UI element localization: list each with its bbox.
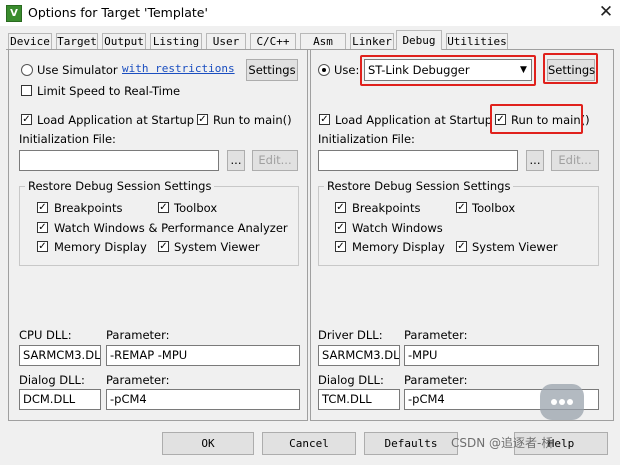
window-title: Options for Target 'Template' (28, 5, 208, 20)
left-dialog-dll-label: Dialog DLL: (19, 373, 85, 387)
tab-output[interactable]: Output (102, 33, 146, 49)
use-simulator-radio[interactable] (21, 64, 33, 76)
cpu-dll-field[interactable]: SARMCM3.DLL (19, 345, 101, 366)
left-toolbox-checkbox[interactable]: ✓ (158, 202, 169, 213)
left-run-to-main-checkbox[interactable]: ✓ (197, 114, 208, 125)
tab-c-cpp[interactable]: C/C++ (250, 33, 296, 49)
debugger-settings-highlight (543, 53, 598, 84)
use-simulator-label: Use Simulator (37, 63, 118, 77)
debugger-select-highlight (360, 55, 536, 86)
right-dialog-dll-field[interactable]: TCM.DLL (318, 389, 400, 410)
right-load-app-checkbox[interactable]: ✓ (319, 114, 330, 125)
right-memory-label: Memory Display (352, 240, 445, 254)
cpu-parameter-field[interactable]: -REMAP -MPU (106, 345, 300, 366)
left-dialog-parameter-label: Parameter: (106, 373, 170, 387)
right-browse-button[interactable]: ... (526, 150, 544, 171)
limit-speed-label: Limit Speed to Real-Time (37, 84, 181, 98)
driver-parameter-label: Parameter: (404, 328, 468, 342)
right-dialog-parameter-label: Parameter: (404, 373, 468, 387)
simulator-settings-button[interactable]: Settings (246, 59, 298, 81)
right-load-app-label: Load Application at Startup (335, 113, 493, 127)
right-toolbox-checkbox[interactable]: ✓ (456, 202, 467, 213)
tab-device[interactable]: Device (8, 33, 52, 49)
tab-asm[interactable]: Asm (300, 33, 346, 49)
limit-speed-checkbox[interactable] (21, 85, 32, 96)
keil-app-icon: V (6, 5, 22, 22)
driver-dll-label: Driver DLL: (318, 328, 383, 342)
restrictions-link[interactable]: with restrictions (122, 62, 235, 75)
cpu-dll-label: CPU DLL: (19, 328, 72, 342)
left-load-app-label: Load Application at Startup (37, 113, 195, 127)
tab-target[interactable]: Target (56, 33, 98, 49)
defaults-button[interactable]: Defaults (364, 432, 458, 455)
right-toolbox-label: Toolbox (472, 201, 516, 215)
tab-utilities[interactable]: Utilities (446, 33, 508, 49)
left-memory-label: Memory Display (54, 240, 147, 254)
use-label: Use: (334, 63, 360, 77)
left-memory-checkbox[interactable]: ✓ (37, 241, 48, 252)
left-dialog-dll-field[interactable]: DCM.DLL (19, 389, 101, 410)
left-run-to-main-label: Run to main() (213, 113, 292, 127)
tab-debug[interactable]: Debug (396, 30, 442, 50)
left-init-file-input[interactable] (19, 150, 219, 171)
right-breakpoints-label: Breakpoints (352, 201, 421, 215)
left-browse-button[interactable]: ... (227, 150, 245, 171)
right-init-file-label: Initialization File: (318, 132, 415, 146)
run-to-main-highlight (490, 104, 583, 134)
left-edit-button[interactable]: Edit... (252, 150, 298, 171)
left-watch-label: Watch Windows & Performance Analyzer (54, 221, 288, 235)
right-system-viewer-label: System Viewer (472, 240, 558, 254)
left-load-app-checkbox[interactable]: ✓ (21, 114, 32, 125)
right-system-viewer-checkbox[interactable]: ✓ (456, 241, 467, 252)
right-edit-button[interactable]: Edit... (551, 150, 599, 171)
left-init-file-label: Initialization File: (19, 132, 116, 146)
left-dialog-parameter-field[interactable]: -pCM4 (106, 389, 300, 410)
watermark-text: CSDN @追逐者-桥 (451, 436, 554, 450)
left-toolbox-label: Toolbox (174, 201, 218, 215)
left-system-viewer-checkbox[interactable]: ✓ (158, 241, 169, 252)
left-system-viewer-label: System Viewer (174, 240, 260, 254)
right-memory-checkbox[interactable]: ✓ (335, 241, 346, 252)
close-icon[interactable]: ✕ (594, 1, 618, 23)
tab-listing[interactable]: Listing (150, 33, 202, 49)
left-breakpoints-label: Breakpoints (54, 201, 123, 215)
left-watch-checkbox[interactable]: ✓ (37, 222, 48, 233)
watermark-logo-icon (540, 384, 584, 420)
right-watch-label: Watch Windows (352, 221, 443, 235)
cancel-button[interactable]: Cancel (262, 432, 356, 455)
driver-dll-field[interactable]: SARMCM3.DLL (318, 345, 400, 366)
left-restore-group-title: Restore Debug Session Settings (25, 179, 215, 193)
ok-button[interactable]: OK (162, 432, 254, 455)
right-dialog-dll-label: Dialog DLL: (318, 373, 384, 387)
tab-user[interactable]: User (206, 33, 246, 49)
cpu-parameter-label: Parameter: (106, 328, 170, 342)
right-breakpoints-checkbox[interactable]: ✓ (335, 202, 346, 213)
right-init-file-input[interactable] (318, 150, 518, 171)
left-breakpoints-checkbox[interactable]: ✓ (37, 202, 48, 213)
right-restore-group-title: Restore Debug Session Settings (324, 179, 514, 193)
tab-linker[interactable]: Linker (350, 33, 394, 49)
driver-parameter-field[interactable]: -MPU (404, 345, 599, 366)
right-watch-checkbox[interactable]: ✓ (335, 222, 346, 233)
use-debugger-radio[interactable] (318, 64, 330, 76)
